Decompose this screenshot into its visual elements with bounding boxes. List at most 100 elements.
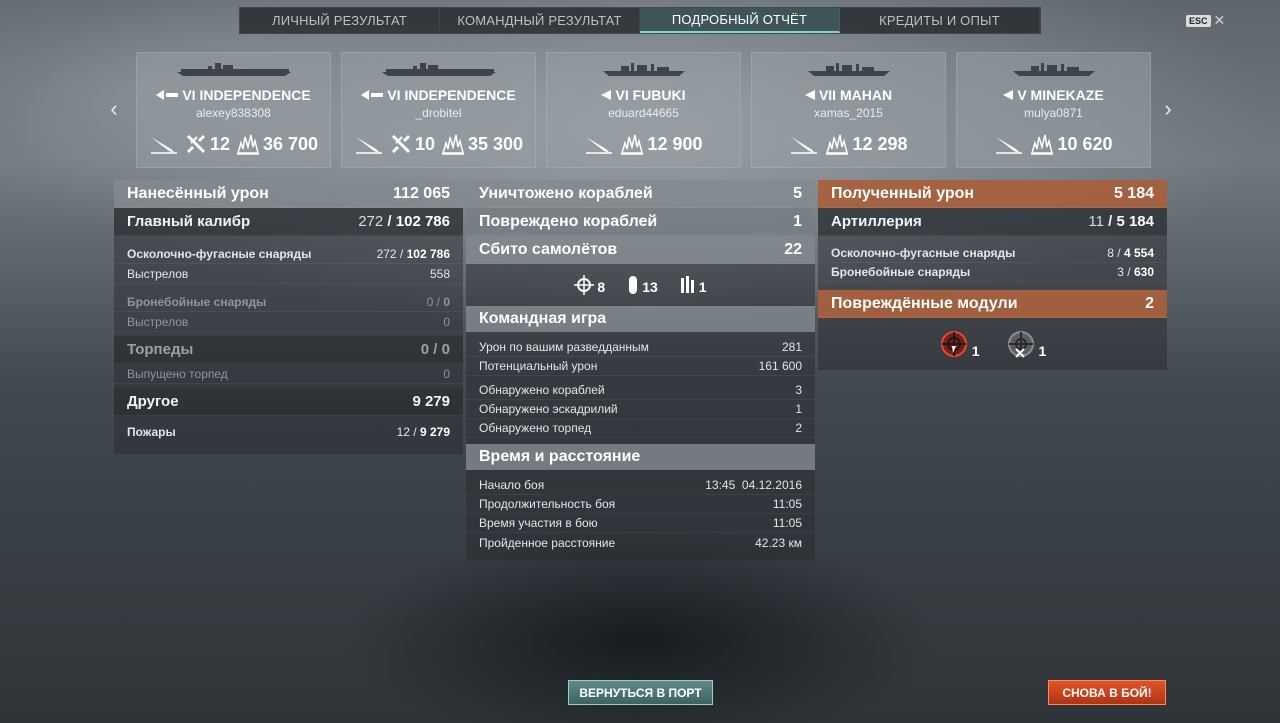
player-name: _drobitel [415, 106, 462, 120]
carrier-silhouette-icon [176, 63, 291, 76]
ship-silhouette [601, 61, 687, 82]
fighter-icon [629, 276, 638, 294]
class-arrow-icon [156, 90, 179, 100]
spotted-torpedoes-row: Обнаружено торпед 2 [466, 419, 815, 438]
spotted-squadrons-row: Обнаружено эскадрилий 1 [466, 400, 815, 419]
torpedo-hit-icon [586, 137, 613, 154]
damage-dealt-panel: Нанесённый урон 112 065 Главный калибр 27… [114, 180, 463, 454]
tab-detailed-report[interactable]: ПОДРОБНЫЙ ОТЧЁТ [640, 8, 840, 33]
damaged-modules-header: Повреждённые модули 2 [818, 290, 1167, 318]
artillery-row: Артиллерия 11 / 5 184 [818, 208, 1167, 236]
esc-key-label: ESC [1186, 14, 1211, 27]
card-stats: 12 298 [752, 133, 945, 155]
distance-row: Пройденное расстояние 42.23 км [479, 535, 802, 550]
torpedo-hit-icon [996, 137, 1023, 154]
torpedoes-row: Торпеды 0 / 0 [114, 336, 463, 364]
team-play-header: Командная игра [466, 306, 815, 332]
ship-name: VI INDEPENDENCE [137, 87, 330, 103]
damage-stat: 10 620 [1030, 133, 1113, 155]
ship-card[interactable]: VI INDEPENDENCE alexey838308 12 36 700 [136, 52, 331, 168]
destroyer-silhouette-icon [807, 63, 890, 76]
ship-name: VII MAHAN [752, 87, 945, 103]
modules-breakdown: 1 1 [818, 318, 1167, 370]
spotting-damage-row: Урон по вашим разведданным 281 [466, 338, 815, 357]
he-shots-row: Выстрелов 558 [114, 264, 463, 284]
ships-destroyed-row: Уничтожено кораблей 5 [466, 180, 815, 208]
damage-splash-icon [1031, 134, 1054, 155]
main-battery-row: Главный калибр 272 / 102 786 [114, 208, 463, 236]
planes-breakdown: 8 13 1 [466, 264, 815, 306]
carousel-next-button[interactable]: › [1158, 96, 1178, 122]
ship-silhouette [1011, 61, 1097, 82]
participation-time-row: Время участия в бою 11:05 [466, 514, 815, 533]
steering-gear-icon [940, 331, 967, 357]
planes-stat: 12 [185, 133, 230, 155]
received-he-row: Осколочно-фугасные снаряды 8 / 4 554 [818, 244, 1167, 263]
plane-kill-icon [391, 134, 411, 154]
damage-splash-icon [236, 134, 259, 155]
torpedoes-launched-row: Выпущено торпед 0 [114, 364, 463, 384]
ship-card[interactable]: VII MAHAN xamas_2015 12 298 [751, 52, 946, 168]
torpedo-hit-icon [791, 137, 818, 154]
torpedo-hit-icon [150, 137, 177, 154]
torpedo-stat [149, 133, 179, 155]
carrier-silhouette-icon [381, 63, 496, 76]
damage-dealt-header: Нанесённый урон 112 065 [114, 180, 463, 208]
ship-card[interactable]: VI FUBUKI eduard44665 12 900 [546, 52, 741, 168]
return-to-port-button[interactable]: ВЕРНУТЬСЯ В ПОРТ [568, 680, 713, 705]
aa-kill: 8 [574, 275, 605, 295]
ship-name: V MINEKAZE [957, 87, 1150, 103]
damage-splash-icon [441, 134, 464, 155]
ship-silhouette [175, 61, 293, 82]
battle-start-row: Начало боя 13:45 04.12.2016 [466, 476, 815, 495]
spotted-ships-row: Обнаружено кораблей 3 [466, 381, 815, 400]
ship-card[interactable]: V MINEKAZE mulya0871 10 620 [956, 52, 1151, 168]
close-button[interactable]: ESC ✕ [1186, 12, 1225, 29]
torpedo-stat [994, 133, 1024, 155]
ap-shells-row: Бронебойные снаряды 0 / 0 [114, 292, 463, 312]
battle-again-button[interactable]: СНОВА В БОЙ! [1048, 680, 1166, 705]
damage-splash-icon [826, 134, 849, 155]
player-name: xamas_2015 [814, 106, 883, 120]
ship-card[interactable]: VI INDEPENDENCE _drobitel 10 35 300 [341, 52, 536, 168]
received-ap-row: Бронебойные снаряды 3 / 630 [818, 263, 1167, 282]
fires-row: Пожары 12 / 9 279 [127, 425, 450, 439]
torpedo-stat [584, 133, 614, 155]
torpedo-stat [354, 133, 384, 155]
battle-duration-row: Продолжительность боя 11:05 [466, 495, 815, 514]
card-stats: 12 900 [547, 133, 740, 155]
bomb-icon [680, 276, 694, 293]
ship-name: VI FUBUKI [547, 87, 740, 103]
damage-received-header: Полученный урон 5 184 [818, 180, 1167, 208]
close-icon: ✕ [1213, 12, 1226, 28]
engine-icon [1007, 331, 1034, 358]
torpedo-hit-icon [355, 137, 382, 154]
crosshair-icon [574, 275, 595, 295]
planes-stat: 10 [390, 133, 435, 155]
ship-name: VI INDEPENDENCE [342, 87, 535, 103]
tab-credits-xp[interactable]: КРЕДИТЫ И ОПЫТ [840, 8, 1040, 33]
potential-damage-row: Потенциальный урон 161 600 [466, 357, 815, 376]
fighter-kill: 13 [627, 275, 658, 295]
destroyer-silhouette-icon [1012, 63, 1095, 76]
player-name: alexey838308 [196, 106, 271, 120]
tab-team-result[interactable]: КОМАНДНЫЙ РЕЗУЛЬТАТ [440, 8, 640, 33]
tab-personal-result[interactable]: ЛИЧНЫЙ РЕЗУЛЬТАТ [240, 8, 440, 33]
card-stats: 10 620 [957, 133, 1150, 155]
engine-module: 1 [1006, 329, 1046, 359]
ships-damaged-row: Повреждено кораблей 1 [466, 208, 815, 236]
bomber-kill: 1 [680, 275, 707, 295]
ship-silhouette [380, 61, 498, 82]
card-stats: 12 36 700 [137, 133, 330, 155]
ship-silhouette [806, 61, 892, 82]
carousel-prev-button[interactable]: ‹ [104, 96, 124, 122]
damage-splash-icon [621, 134, 644, 155]
player-name: eduard44665 [608, 106, 679, 120]
destroyer-silhouette-icon [602, 63, 685, 76]
torpedo-stat [789, 133, 819, 155]
damage-stat: 12 900 [620, 133, 703, 155]
damage-stat: 36 700 [236, 133, 318, 155]
planes-shot-row: Сбито самолётов 22 [466, 236, 815, 264]
class-arrow-icon [601, 90, 612, 100]
he-shells-row: Осколочно-фугасные снаряды 272 / 102 786 [114, 244, 463, 264]
